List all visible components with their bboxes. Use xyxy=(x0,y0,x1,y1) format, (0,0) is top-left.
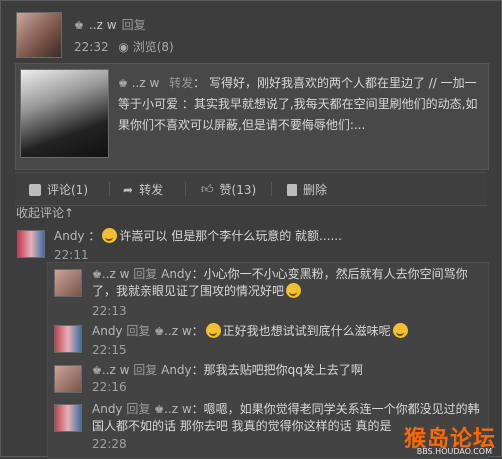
author-name[interactable]: ..z w xyxy=(89,18,117,32)
crown-icon: ♚ xyxy=(118,77,128,90)
commenter-avatar[interactable] xyxy=(17,230,45,258)
reply-avatar[interactable] xyxy=(54,404,82,432)
comment-text: 许嵩可以 但是那个李什么玩意的 就额...... xyxy=(119,229,342,243)
reply-word: 回复 xyxy=(126,324,151,338)
comment-author[interactable]: Andy xyxy=(54,229,85,243)
reply-avatar[interactable] xyxy=(54,325,82,353)
reply-author[interactable]: Andy xyxy=(92,324,123,338)
reply-text: 正好我也想试试到底什么滋味呢 xyxy=(222,324,391,338)
reply-target[interactable]: Andy xyxy=(161,363,192,377)
reply-time: 22:13 xyxy=(92,304,127,318)
trash-icon xyxy=(287,183,297,196)
reply-author[interactable]: ..z w xyxy=(102,363,130,377)
crown-icon: ♚ xyxy=(74,19,84,32)
reply-link[interactable]: 回复 xyxy=(122,18,146,32)
reply-text: 那我去贴吧把你qq发上去了啊 xyxy=(203,363,363,377)
forward-icon: ➦ xyxy=(123,182,134,197)
emoji-icon xyxy=(102,228,118,243)
crown-icon: ♚ xyxy=(92,364,102,377)
reply-word: 回复 xyxy=(126,402,151,416)
action-bar: 评论(1) ➦ 转发 👍︎ 赞(13) 删除 xyxy=(15,172,487,206)
watermark-url: BBS.HOUDAO.COM xyxy=(416,447,492,456)
reply-time: 22:15 xyxy=(92,343,127,357)
reply-word: 回复 xyxy=(133,363,158,377)
eye-icon: ◉ xyxy=(118,40,129,54)
repost-action: 转发 xyxy=(169,76,194,90)
comment-time: 22:11 xyxy=(54,248,89,262)
reply-target[interactable]: ..z w xyxy=(164,324,192,338)
post-time: 22:32 xyxy=(74,40,109,54)
view-count: 浏览(8) xyxy=(132,40,174,54)
crown-icon: ♚ xyxy=(92,268,102,281)
forward-button[interactable]: ➦ 转发 xyxy=(123,181,163,198)
forward-label: 转发 xyxy=(139,183,164,197)
reply-item: Andy 回复 ♚..z w： 正好我也想试试到底什么滋味呢 xyxy=(92,323,480,340)
post-header: ♚ ..z w 回复 xyxy=(74,14,146,33)
like-label: 赞(13) xyxy=(219,183,257,197)
reply-item: ♚..z w 回复 Andy：那我去贴吧把你qq发上去了啊 xyxy=(92,363,363,377)
reply-time: 22:16 xyxy=(92,380,127,394)
repost-content: ♚ ..z w 转发： 写得好，刚好我喜欢的两个人都在里边了 // 一加一等于小… xyxy=(118,73,480,136)
thumbs-up-icon: 👍︎ xyxy=(201,182,214,196)
emoji-icon xyxy=(392,323,408,338)
crown-icon: ♚ xyxy=(154,325,165,338)
delete-button[interactable]: 删除 xyxy=(287,181,327,198)
crown-icon: ♚ xyxy=(154,403,165,416)
like-button[interactable]: 👍︎ 赞(13) xyxy=(201,181,256,198)
comment-icon xyxy=(29,183,41,196)
delete-label: 删除 xyxy=(303,183,328,197)
reply-target[interactable]: Andy xyxy=(161,267,192,281)
comment-button[interactable]: 评论(1) xyxy=(29,181,88,198)
reply-word: 回复 xyxy=(133,267,158,281)
reply-avatar[interactable] xyxy=(54,365,82,393)
reply-author[interactable]: ..z w xyxy=(102,267,130,281)
reply-target[interactable]: ..z w xyxy=(164,402,192,416)
collapse-comments-link[interactable]: 收起评论↑ xyxy=(16,204,74,221)
repost-image[interactable] xyxy=(20,69,109,158)
comment-label: 评论(1) xyxy=(47,183,88,197)
emoji-icon xyxy=(286,283,302,298)
author-avatar[interactable] xyxy=(16,12,62,58)
comment-item: Andy ：许嵩可以 但是那个李什么玩意的 就额...... xyxy=(54,228,342,243)
emoji-icon xyxy=(205,323,221,338)
reply-item: ♚..z w 回复 Andy：小心你一不小心变黑粉，然后就有人去你空间骂你了，我… xyxy=(92,267,468,298)
reply-author[interactable]: Andy xyxy=(92,402,123,416)
reply-avatar[interactable] xyxy=(54,269,82,297)
post-meta: 22:32 ◉ 浏览(8) xyxy=(74,38,174,55)
reply-time: 22:28 xyxy=(92,437,127,451)
repost-author[interactable]: ..z w xyxy=(132,76,160,90)
